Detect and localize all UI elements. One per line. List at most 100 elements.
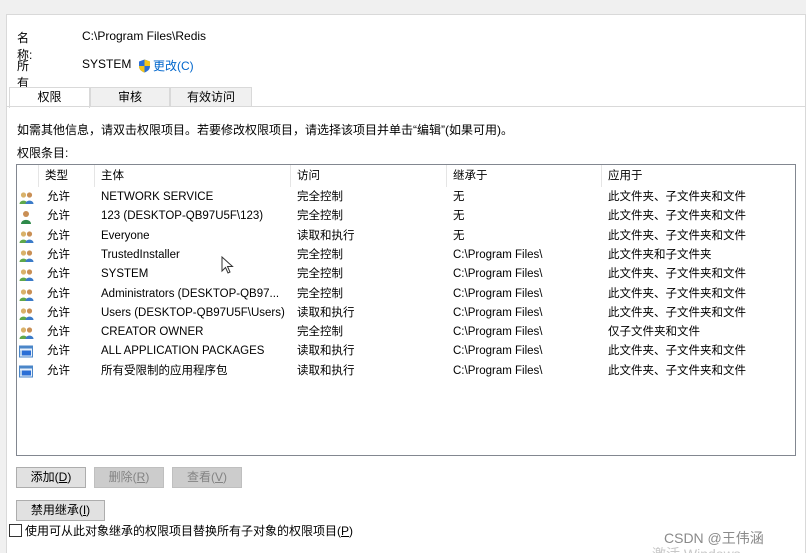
column-header-type[interactable]: 类型	[39, 165, 95, 187]
cell-access: 完全控制	[297, 326, 343, 339]
replace-child-permissions-label: 使用可从此对象继承的权限项目替换所有子对象的权限项目(P)	[25, 524, 354, 538]
column-header-principal[interactable]: 主体	[95, 165, 291, 187]
cell-access: 完全控制	[297, 248, 343, 261]
cell-access: 读取和执行	[297, 345, 355, 358]
replace-child-permissions-checkbox[interactable]	[9, 524, 22, 537]
column-header-inherited-from[interactable]: 继承于	[447, 165, 602, 187]
cell-type: 允许	[47, 364, 70, 377]
disable-inheritance-button[interactable]: 禁用继承(I)	[16, 500, 105, 521]
column-header-applies-to[interactable]: 应用于	[602, 165, 747, 187]
cell-access: 读取和执行	[297, 229, 355, 242]
cell-access: 完全控制	[297, 210, 343, 223]
cell-principal: TrustedInstaller	[101, 248, 180, 261]
group-icon	[19, 288, 34, 302]
cell-type: 允许	[47, 345, 70, 358]
cell-access: 完全控制	[297, 191, 343, 203]
cell-applies-to: 仅子文件夹和文件	[608, 326, 700, 339]
cell-principal: 所有受限制的应用程序包	[101, 364, 228, 377]
table-row[interactable]: 允许 NETWORK SERVICE 完全控制 无 此文件夹、子文件夹和文件	[17, 188, 795, 207]
view-button-label: 查看	[186, 470, 211, 484]
table-row[interactable]: 允许 Everyone 读取和执行 无 此文件夹、子文件夹和文件	[17, 227, 795, 246]
cell-principal: Users (DESKTOP-QB97U5F\Users)	[101, 306, 285, 319]
mouse-cursor-icon	[221, 256, 234, 274]
cell-inherited-from: 无	[453, 191, 465, 203]
tab-effective-access[interactable]: 有效访问	[170, 87, 252, 106]
change-owner-label: 更改(C)	[153, 59, 194, 73]
cell-applies-to: 此文件夹、子文件夹和文件	[608, 306, 746, 319]
list-header: 类型 主体 访问 继承于 应用于	[17, 165, 795, 187]
group-icon	[19, 191, 34, 205]
remove-button-label: 删除	[108, 470, 133, 484]
cell-access: 完全控制	[297, 268, 343, 281]
replace-child-permissions-option[interactable]: 使用可从此对象继承的权限项目替换所有子对象的权限项目(P)	[9, 522, 353, 539]
owner-value: SYSTEM	[82, 57, 132, 71]
table-row[interactable]: 允许 TrustedInstaller 完全控制 C:\Program Files\ 此…	[17, 246, 795, 265]
group-icon	[19, 249, 34, 263]
table-row[interactable]: 允许 SYSTEM 完全控制 C:\Program Files\ 此文件夹、子文件夹和文…	[17, 265, 795, 284]
cell-inherited-from: C:\Program Files\	[453, 306, 543, 319]
group-icon	[19, 307, 34, 321]
cell-inherited-from: C:\Program Files\	[453, 326, 543, 339]
cell-inherited-from: C:\Program Files\	[453, 345, 543, 358]
replace-label-text: 使用可从此对象继承的权限项目替换所有子对象的权限项目	[25, 524, 338, 538]
uac-shield-icon	[139, 59, 150, 72]
cell-principal: Administrators (DESKTOP-QB97...	[101, 287, 280, 300]
add-button-key: D	[58, 470, 68, 484]
change-owner-link[interactable]: 更改(C)	[138, 57, 194, 74]
cell-type: 允许	[47, 191, 70, 203]
cell-applies-to: 此文件夹、子文件夹和文件	[608, 191, 746, 203]
csdn-watermark: CSDN @王伟涵	[664, 530, 764, 546]
name-value: C:\Program Files\Redis	[82, 29, 207, 43]
permission-entries-list[interactable]: 类型 主体 访问 继承于 应用于 允许 NETWORK SERVICE 完全控制无此…	[16, 164, 796, 456]
cell-applies-to: 此文件夹、子文件夹和文件	[608, 364, 746, 377]
cell-principal: SYSTEM	[101, 268, 149, 281]
view-button-key: V	[215, 470, 224, 484]
cell-access: 读取和执行	[297, 306, 355, 319]
cell-type: 允许	[47, 326, 70, 339]
cell-type: 允许	[47, 248, 70, 261]
tab-permissions[interactable]: 权限	[9, 87, 90, 108]
group-icon	[19, 268, 34, 282]
table-row[interactable]: 允许 CREATOR OWNER 完全控制 C:\Program Files\ 仅子文件…	[17, 323, 795, 342]
table-row[interactable]: 允许 Administrators (DESKTOP-QB97... 完全控制 C:\…	[17, 285, 795, 304]
cell-inherited-from: C:\Program Files\	[453, 248, 543, 261]
tab-auditing[interactable]: 审核	[90, 87, 170, 106]
cell-principal: NETWORK SERVICE	[101, 191, 214, 203]
window-top-strip	[0, 0, 806, 14]
group-icon	[19, 230, 34, 244]
cell-applies-to: 此文件夹、子文件夹和文件	[608, 287, 746, 300]
remove-button[interactable]: 删除(R)	[94, 467, 164, 488]
cell-principal: Everyone	[101, 229, 150, 242]
cell-access: 完全控制	[297, 287, 343, 300]
view-button[interactable]: 查看(V)	[172, 467, 242, 488]
table-row[interactable]: 允许 123 (DESKTOP-QB97U5F\123) 完全控制 无 此文件夹、子文件…	[17, 207, 795, 226]
table-row[interactable]: 允许 Users (DESKTOP-QB97U5F\Users) 读取和执行 C:\P…	[17, 304, 795, 323]
cell-type: 允许	[47, 210, 70, 223]
permission-entries-label: 权限条目:	[17, 146, 69, 160]
cell-applies-to: 此文件夹、子文件夹和文件	[608, 229, 746, 242]
cell-principal: CREATOR OWNER	[101, 326, 204, 339]
column-header-icon[interactable]	[17, 165, 39, 187]
user-icon	[19, 210, 34, 225]
add-button[interactable]: 添加(D)	[16, 467, 86, 488]
cell-inherited-from: C:\Program Files\	[453, 268, 543, 281]
cell-inherited-from: C:\Program Files\	[453, 287, 543, 300]
remove-button-key: R	[136, 470, 146, 484]
table-row[interactable]: 允许 所有受限制的应用程序包 读取和执行 C:\Program Files\ 此文件夹、…	[17, 362, 795, 381]
cell-inherited-from: 无	[453, 229, 465, 242]
cell-access: 读取和执行	[297, 364, 355, 377]
add-button-label: 添加	[30, 470, 55, 484]
disable-inheritance-key: I	[82, 503, 87, 517]
column-header-access[interactable]: 访问	[291, 165, 447, 187]
cell-principal: ALL APPLICATION PACKAGES	[101, 345, 265, 358]
cell-type: 允许	[47, 306, 70, 319]
cell-applies-to: 此文件夹和子文件夹	[608, 248, 712, 261]
cell-applies-to: 此文件夹、子文件夹和文件	[608, 210, 746, 223]
activate-windows-watermark: 激活 Windows	[652, 547, 772, 553]
table-row[interactable]: 允许 ALL APPLICATION PACKAGES 读取和执行 C:\Progra…	[17, 342, 795, 361]
cell-inherited-from: C:\Program Files\	[453, 364, 543, 377]
cell-type: 允许	[47, 268, 70, 281]
cell-type: 允许	[47, 229, 70, 242]
advanced-security-settings-panel: 名称: C:\Program Files\Redis 所有者: SYSTEM 更…	[6, 14, 806, 553]
hint-text: 如需其他信息，请双击权限项目。若要修改权限项目，请选择该项目并单击“编辑”(如果…	[17, 123, 513, 137]
